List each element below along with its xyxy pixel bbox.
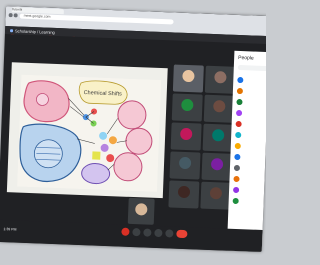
avatar bbox=[182, 69, 195, 83]
presentation-icon bbox=[9, 29, 14, 33]
url-text: meet.google.com bbox=[23, 13, 51, 19]
reload-icon[interactable] bbox=[13, 13, 18, 18]
avatar bbox=[181, 98, 194, 112]
avatar bbox=[235, 109, 243, 117]
list-item[interactable] bbox=[234, 152, 266, 164]
meeting-time: 1:39 PM bbox=[3, 227, 17, 232]
right-pink-circle-middle bbox=[125, 127, 153, 155]
participant-tile[interactable] bbox=[170, 122, 202, 151]
avatar bbox=[234, 142, 241, 150]
participant-tile[interactable] bbox=[171, 93, 203, 122]
participant-grid bbox=[168, 64, 236, 226]
photo-of-screen: Tutor Bi meet.google.com Apps Gmail YouT… bbox=[0, 0, 266, 265]
list-item[interactable] bbox=[233, 174, 266, 186]
list-item[interactable] bbox=[236, 86, 266, 98]
avatar bbox=[237, 76, 244, 84]
avatar bbox=[213, 100, 226, 113]
tab-title: Tutor Bi bbox=[11, 7, 23, 12]
list-item[interactable] bbox=[232, 196, 266, 208]
purple-bubble bbox=[81, 163, 111, 185]
list-item[interactable] bbox=[237, 75, 266, 87]
avatar bbox=[211, 129, 225, 142]
people-search-input[interactable] bbox=[237, 64, 266, 72]
end-call-button[interactable] bbox=[176, 229, 188, 239]
avatar bbox=[210, 157, 224, 171]
participant-tile[interactable] bbox=[201, 152, 233, 181]
avatar bbox=[232, 197, 239, 205]
participant-tile[interactable] bbox=[202, 123, 234, 152]
participant-tile[interactable] bbox=[172, 64, 204, 93]
participant-tile[interactable] bbox=[204, 65, 236, 94]
list-item[interactable] bbox=[235, 108, 266, 120]
avatar bbox=[209, 186, 223, 200]
avatar bbox=[232, 186, 240, 194]
avatar bbox=[178, 156, 192, 170]
self-avatar bbox=[135, 203, 148, 216]
avatar bbox=[233, 164, 241, 172]
poster-image: Chemical Shifts bbox=[17, 74, 162, 192]
avatar bbox=[233, 175, 240, 183]
participant-tile[interactable] bbox=[168, 180, 200, 209]
list-item[interactable] bbox=[235, 119, 266, 131]
laptop-screen: Tutor Bi meet.google.com Apps Gmail YouT… bbox=[0, 6, 266, 252]
participant-tile[interactable] bbox=[200, 181, 232, 210]
list-item[interactable] bbox=[232, 185, 266, 197]
self-view-tile[interactable] bbox=[127, 197, 155, 225]
participant-tile[interactable] bbox=[203, 94, 235, 123]
list-item[interactable] bbox=[233, 163, 266, 175]
list-item[interactable] bbox=[236, 97, 266, 109]
avatar bbox=[236, 98, 243, 106]
avatar bbox=[235, 120, 242, 128]
avatar bbox=[236, 87, 244, 95]
right-pink-circle-top bbox=[117, 100, 147, 130]
participant-tile[interactable] bbox=[169, 151, 201, 180]
list-item[interactable] bbox=[235, 130, 266, 142]
people-panel: People bbox=[226, 50, 266, 252]
avatar bbox=[214, 71, 227, 84]
avatar bbox=[235, 131, 242, 139]
pink-bubble-detail bbox=[36, 93, 49, 106]
back-icon[interactable] bbox=[8, 13, 13, 18]
avatar bbox=[234, 153, 241, 161]
avatar bbox=[179, 127, 193, 141]
right-pink-circle-bottom bbox=[113, 152, 143, 182]
avatar bbox=[177, 185, 191, 199]
list-item[interactable] bbox=[234, 141, 266, 153]
people-panel-title: People bbox=[238, 54, 254, 62]
